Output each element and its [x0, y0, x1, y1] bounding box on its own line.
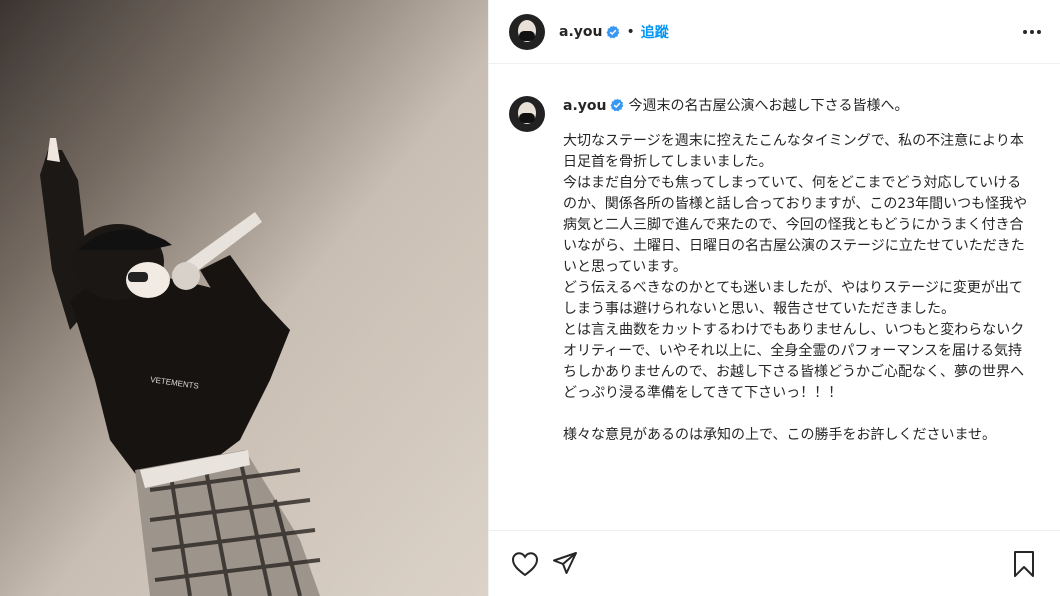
caption-area: a.you 今週末の名古屋公演へお越し下さる皆様へ。 大切なステージを週末に控え…: [489, 64, 1060, 530]
instagram-post-view: VETEMENTS a.you • 追蹤 a.you 今週末の名古屋公演へお越し…: [0, 0, 1060, 596]
caption-first-line: a.you 今週末の名古屋公演へお越し下さる皆様へ。: [563, 96, 1035, 117]
caption-row: a.you 今週末の名古屋公演へお越し下さる皆様へ。 大切なステージを週末に控え…: [509, 96, 1040, 446]
post-header: a.you • 追蹤: [489, 0, 1060, 64]
post-side-panel: a.you • 追蹤 a.you 今週末の名古屋公演へお越し下さる皆様へ。 大切…: [488, 0, 1060, 596]
caption-username[interactable]: a.you: [563, 98, 606, 114]
header-username[interactable]: a.you: [559, 24, 602, 40]
bookmark-icon: [1014, 550, 1034, 577]
verified-badge-icon: [610, 98, 624, 112]
like-button[interactable]: [505, 544, 545, 584]
avatar-mask: [519, 30, 535, 41]
performer-illustration: VETEMENTS: [0, 0, 488, 596]
save-button[interactable]: [1004, 544, 1044, 584]
avatar[interactable]: [509, 13, 545, 50]
caption-title: 今週末の名古屋公演へお越し下さる皆様へ。: [628, 98, 909, 114]
verified-badge-icon: [606, 25, 620, 38]
action-bar: [489, 530, 1060, 596]
more-options-button[interactable]: [1020, 20, 1044, 44]
share-button[interactable]: [545, 544, 585, 584]
follow-button[interactable]: 追蹤: [641, 22, 669, 42]
post-photo[interactable]: VETEMENTS: [0, 0, 488, 596]
caption-text-block: a.you 今週末の名古屋公演へお越し下さる皆様へ。 大切なステージを週末に控え…: [563, 96, 1035, 446]
caption-body: 大切なステージを週末に控えたこんなタイミングで、私の不注意により本日足首を骨折し…: [563, 133, 1028, 443]
share-icon: [553, 551, 577, 574]
caption-avatar[interactable]: [509, 96, 545, 132]
heart-icon: [511, 551, 539, 576]
header-separator: •: [626, 23, 635, 40]
caption-avatar-mask: [519, 113, 535, 123]
more-icon: [1023, 29, 1041, 34]
